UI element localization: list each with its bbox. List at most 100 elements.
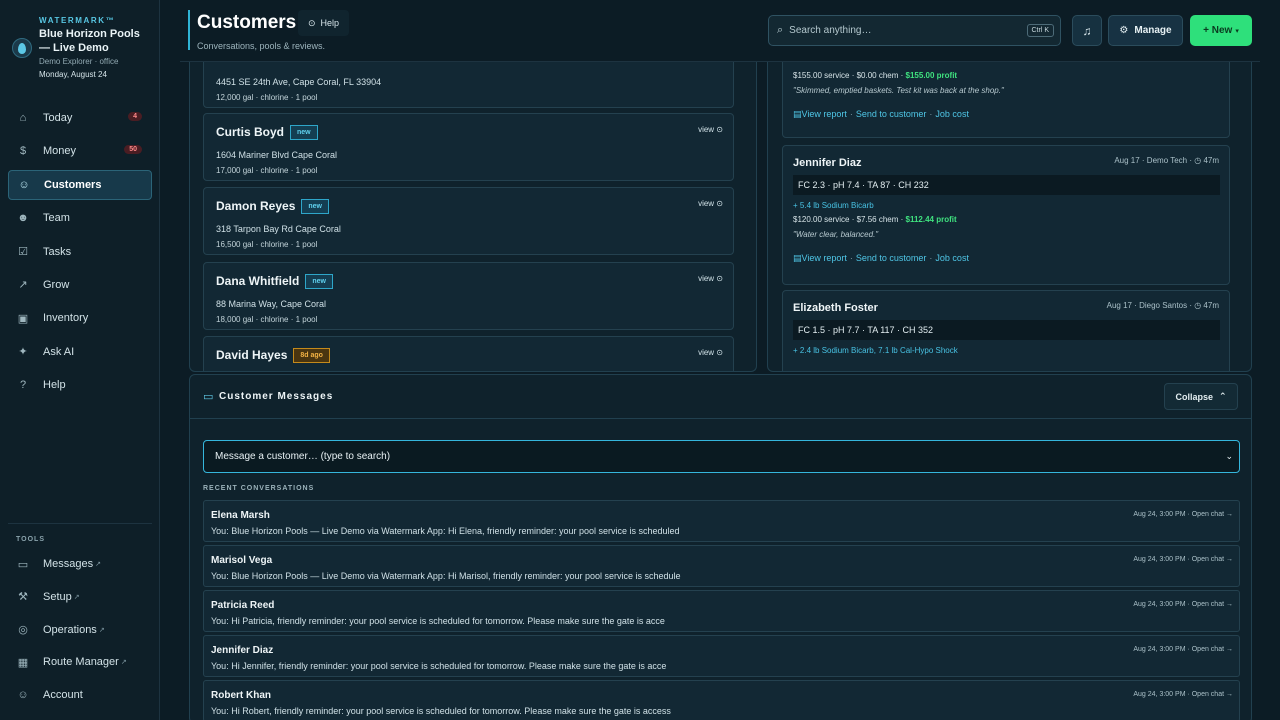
visit-card: Elizabeth Foster Aug 17 · Diego Santos ·… [782, 290, 1230, 371]
view-link[interactable]: view ⊙ [698, 125, 723, 134]
nav-item-ask-ai[interactable]: ✦ Ask AI [8, 337, 152, 367]
help-circle-icon: ⊙ [308, 17, 316, 28]
users-icon: ☺ [18, 178, 30, 191]
tool-item-account[interactable]: ☺ Account [8, 680, 152, 710]
notifications-button[interactable]: ♫ [1072, 15, 1102, 46]
open-chat-link[interactable]: Aug 24, 3:00 PM · Open chat → [1133, 556, 1233, 563]
select-value: Message a customer… (type to search) [215, 451, 391, 462]
customer-address: 88 Marina Way, Cape Coral [216, 299, 327, 309]
conversation-row[interactable]: Jennifer Diaz You: Hi Jennifer, friendly… [203, 635, 1240, 677]
view-link[interactable]: view ⊙ [698, 274, 723, 283]
brand-logo-icon [12, 38, 32, 58]
nav-item-tasks[interactable]: ☑ Tasks [8, 237, 152, 267]
bell-icon: ♫ [1082, 23, 1092, 38]
visit-links: ▤View report · Send to customer · Job cost [793, 253, 969, 263]
nav-item-help[interactable]: ? Help [8, 370, 152, 400]
header-accent-bar [188, 10, 190, 50]
nav-item-inventory[interactable]: ▣ Inventory [8, 303, 152, 333]
open-chat-link[interactable]: Aug 24, 3:00 PM · Open chat → [1133, 511, 1233, 518]
conversation-name: Marisol Vega [211, 555, 273, 566]
tool-item-setup[interactable]: ⚒ Setup ↗ [8, 582, 152, 612]
chevron-up-icon: ⌃ [1218, 391, 1227, 401]
tool-item-messages[interactable]: ▭ Messages ↗ [8, 549, 152, 579]
gear-icon: ⚙ [1119, 25, 1129, 36]
open-chat-link[interactable]: Aug 24, 3:00 PM · Open chat → [1133, 646, 1233, 653]
nav-item-team[interactable]: ☻ Team [8, 203, 152, 233]
visit-meta: Aug 17 · Demo Tech · ◷ 47m [1114, 156, 1219, 165]
customer-meta: 16,500 gal · chlorine · 1 pool [216, 240, 318, 249]
map-icon: ▦ [17, 656, 29, 669]
visit-chemicals: + 2.4 lb Sodium Bicarb, 7.1 lb Cal-Hypo … [793, 346, 958, 355]
report-icon: ▤ [793, 253, 802, 263]
nav-item-money[interactable]: $ Money 50 [8, 136, 152, 166]
search-input[interactable]: ⌕ Search anything… Ctrl K [768, 15, 1061, 46]
customer-meta: 12,000 gal · chlorine · 1 pool [216, 93, 318, 102]
tools-label: TOOLS [16, 536, 45, 543]
conversation-row[interactable]: Elena Marsh You: Blue Horizon Pools — Li… [203, 500, 1240, 542]
tool-label: Operations [43, 623, 97, 636]
job-cost-link[interactable]: Job cost [935, 253, 969, 263]
visit-readings: FC 1.5 · pH 7.7 · TA 117 · CH 352 [793, 320, 1220, 340]
nav-item-today[interactable]: ⌂ Today 4 [8, 103, 152, 133]
manage-button[interactable]: ⚙ Manage [1108, 15, 1183, 46]
customer-name-text: Curtis Boyd [216, 125, 285, 139]
nav-label: Today [43, 112, 73, 124]
help-button-label: Help [320, 18, 340, 28]
customer-messages: ▭ Customer Messages Collapse ⌃ Message a… [189, 374, 1252, 720]
view-link[interactable]: view ⊙ [698, 199, 723, 208]
customer-name-text: Damon Reyes [216, 199, 296, 213]
conversation-preview: You: Blue Horizon Pools — Live Demo via … [211, 571, 681, 581]
customer-tag: new [301, 199, 329, 214]
customer-address: 318 Tarpon Bay Rd Cape Coral [216, 224, 341, 234]
nav-label: Team [43, 212, 70, 225]
view-link[interactable]: view ⊙ [698, 348, 723, 357]
nav-item-customers[interactable]: ☺ Customers [8, 169, 152, 200]
visit-profit: $112.44 profit [905, 215, 957, 224]
chat-icon: ▭ [203, 391, 214, 403]
search-placeholder: Search anything… [789, 25, 872, 36]
view-report-link[interactable]: View report [802, 109, 847, 119]
brand-date: Monday, August 24 [39, 70, 107, 79]
home-icon: ⌂ [19, 112, 27, 124]
manage-button-label: Manage [1134, 25, 1172, 36]
customer-card[interactable]: Dana Whitfield new view ⊙ 88 Marina Way, … [203, 262, 734, 330]
send-to-customer-link[interactable]: Send to customer [856, 253, 927, 263]
external-link-icon: ↗ [73, 593, 80, 601]
customer-card[interactable]: David Hayes 8d ago view ⊙ [203, 336, 734, 371]
open-chat-link[interactable]: Aug 24, 3:00 PM · Open chat → [1133, 691, 1233, 698]
nav-label: Ask AI [43, 345, 75, 358]
messages-title: Customer Messages [219, 391, 334, 402]
external-link-icon: ↗ [98, 626, 105, 634]
conversation-row[interactable]: Marisol Vega You: Blue Horizon Pools — L… [203, 545, 1240, 587]
team-icon: ☻ [17, 212, 29, 225]
send-to-customer-link[interactable]: Send to customer [856, 109, 927, 119]
customer-card[interactable]: Damon Reyes new view ⊙ 318 Tarpon Bay Rd … [203, 187, 734, 255]
conversation-row[interactable]: Patricia Reed You: Hi Patricia, friendly… [203, 590, 1240, 632]
help-button[interactable]: ⊙ Help [298, 10, 350, 36]
visit-card: $155.00 service · $0.00 chem · $155.00 p… [782, 62, 1230, 138]
nav-label: Grow [43, 278, 70, 291]
today-badge: 4 [128, 112, 142, 121]
conversation-row[interactable]: Robert Khan You: Hi Robert, friendly rem… [203, 680, 1240, 720]
view-report-link[interactable]: View report [802, 253, 847, 263]
visit-money: $155.00 service · $0.00 chem · $155.00 p… [793, 71, 957, 80]
conversation-preview: You: Hi Patricia, friendly reminder: you… [211, 616, 665, 626]
new-button[interactable]: + New ▾ [1190, 15, 1252, 46]
open-chat-link[interactable]: Aug 24, 3:00 PM · Open chat → [1133, 601, 1233, 608]
collapse-button[interactable]: Collapse ⌃ [1164, 383, 1238, 410]
job-cost-link[interactable]: Job cost [935, 109, 969, 119]
tools-nav: ▭ Messages ↗ ⚒ Setup ↗ ◎ Operations ↗ ▦ Rou… [8, 549, 152, 713]
customer-card[interactable]: Curtis Boyd new view ⊙ 1604 Mariner Blvd … [203, 113, 734, 181]
tool-item-operations[interactable]: ◎ Operations ↗ [8, 615, 152, 645]
chevron-down-icon: ⌄ [1225, 451, 1233, 461]
tool-item-route-manager[interactable]: ▦ Route Manager ↗ [8, 647, 152, 677]
customer-card[interactable]: 4451 SE 24th Ave, Cape Coral, FL 33904 1… [203, 62, 734, 108]
chat-icon: ▭ [17, 558, 29, 571]
message-customer-select[interactable]: Message a customer… (type to search) ⌄ [203, 440, 1240, 473]
customer-name: David Hayes 8d ago [216, 348, 330, 363]
conversation-preview: You: Hi Robert, friendly reminder: your … [211, 706, 671, 716]
nav-item-grow[interactable]: ↗ Grow [8, 270, 152, 300]
visit-card: Jennifer Diaz Aug 17 · Demo Tech · ◷ 47m… [782, 145, 1230, 285]
visit-service: $155.00 service · $0.00 chem · [793, 71, 906, 80]
nav-label: Money [43, 145, 77, 158]
